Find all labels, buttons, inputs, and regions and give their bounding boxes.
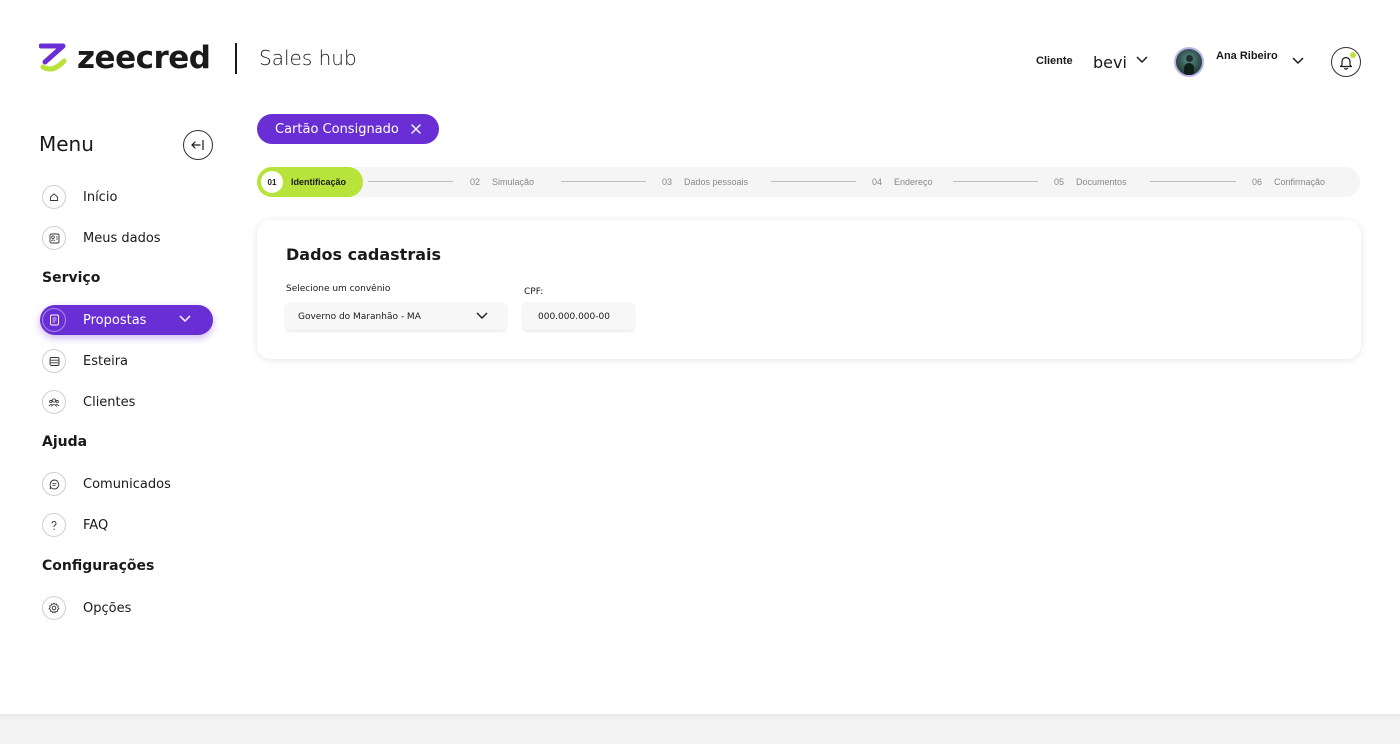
step-number: 05 — [1054, 177, 1065, 187]
collapse-sidebar-button[interactable] — [183, 130, 213, 160]
sidebar-item-label: Comunicados — [83, 476, 171, 492]
sidebar-item-label: FAQ — [83, 517, 109, 533]
step-documentos[interactable]: 05 Documentos — [1054, 167, 1127, 197]
logo-divider — [235, 43, 237, 74]
notification-dot — [1350, 52, 1356, 58]
step-connector — [953, 181, 1038, 182]
chevron-down-icon — [179, 315, 191, 323]
zeecred-logo-icon — [39, 43, 67, 72]
step-identificacao[interactable]: 01 Identificação — [257, 167, 363, 197]
step-connector — [771, 181, 856, 182]
client-label: Cliente — [1036, 55, 1073, 67]
notifications-button[interactable] — [1331, 47, 1361, 77]
convenio-label: Selecione um convênio — [286, 284, 391, 294]
step-label: Documentos — [1076, 177, 1127, 187]
sidebar-item-label: Opções — [83, 600, 132, 616]
sidebar-item-propostas[interactable]: Propostas — [40, 305, 213, 335]
card-title: Dados cadastrais — [286, 245, 442, 264]
step-label: Simulação — [492, 177, 535, 187]
step-label: Dados pessoais — [684, 177, 749, 187]
sidebar-item-inicio[interactable]: Início — [40, 182, 213, 212]
section-title-servico: Serviço — [42, 270, 101, 286]
menu-title: Menu — [39, 132, 94, 156]
sidebar-item-faq[interactable]: FAQ — [40, 510, 213, 540]
question-icon — [42, 513, 66, 537]
step-label: Endereço — [894, 177, 933, 187]
user-name[interactable]: Ana Ribeiro — [1216, 50, 1278, 62]
sidebar-item-label: Esteira — [83, 353, 129, 369]
chevron-down-icon[interactable] — [1136, 56, 1148, 64]
step-number: 03 — [662, 177, 673, 187]
progress-stepper: 01 Identificação 02 Simulação 03 Dados p… — [257, 167, 1360, 197]
gear-icon — [42, 596, 66, 620]
step-simulacao[interactable]: 02 Simulação — [470, 167, 534, 197]
step-label: Identificação — [291, 177, 347, 187]
clients-icon — [42, 390, 66, 414]
close-icon[interactable] — [411, 124, 421, 134]
brand-logo[interactable]: zeecred — [39, 40, 211, 76]
chevron-down-icon[interactable] — [1292, 57, 1304, 65]
client-name: bevi — [1093, 52, 1127, 72]
sidebar-item-label: Clientes — [83, 394, 136, 410]
cpf-input[interactable]: 000.000.000-00 — [523, 303, 634, 330]
sidebar-item-opcoes[interactable]: Opções — [40, 593, 213, 623]
chat-icon — [42, 472, 66, 496]
step-connector — [561, 181, 646, 182]
step-label: Confirmação — [1274, 177, 1326, 187]
step-connector — [368, 181, 453, 182]
step-number: 06 — [1252, 177, 1263, 187]
step-endereco[interactable]: 04 Endereço — [872, 167, 933, 197]
convenio-value: Governo do Maranhão - MA — [298, 311, 421, 322]
avatar[interactable] — [1174, 47, 1204, 77]
registration-card: Dados cadastrais Selecione um convênio G… — [257, 220, 1361, 359]
convenio-select[interactable]: Governo do Maranhão - MA — [286, 303, 506, 330]
product-filter-chip[interactable]: Cartão Consignado — [257, 114, 439, 144]
collapse-left-icon — [191, 140, 204, 150]
cpf-label: CPF: — [524, 287, 544, 297]
chevron-down-icon — [476, 312, 488, 319]
sidebar-item-label: Propostas — [83, 312, 147, 328]
sidebar-item-comunicados[interactable]: Comunicados — [40, 469, 213, 499]
sidebar-item-clientes[interactable]: Clientes — [40, 387, 213, 417]
step-dados-pessoais[interactable]: 03 Dados pessoais — [662, 167, 748, 197]
app-name: Sales hub — [259, 46, 357, 70]
sidebar-item-esteira[interactable]: Esteira — [40, 346, 213, 376]
user-data-icon — [42, 226, 66, 250]
section-title-ajuda: Ajuda — [42, 434, 88, 450]
section-title-configuracoes: Configurações — [42, 558, 155, 574]
step-number: 01 — [261, 171, 283, 193]
sidebar-item-label: Início — [83, 189, 118, 205]
sidebar-item-meus-dados[interactable]: Meus dados — [40, 223, 213, 253]
step-number: 04 — [872, 177, 883, 187]
pipeline-icon — [42, 349, 66, 373]
step-confirmacao[interactable]: 06 Confirmação — [1252, 167, 1325, 197]
product-chip-label: Cartão Consignado — [275, 121, 399, 137]
step-connector — [1150, 181, 1236, 182]
proposal-icon — [42, 308, 66, 332]
sidebar-item-label: Meus dados — [83, 230, 161, 246]
step-number: 02 — [470, 177, 481, 187]
brand-name: zeecred — [77, 40, 211, 76]
home-icon — [42, 185, 66, 209]
app-page: zeecred Sales hub Cliente bevi Ana Ribei… — [0, 0, 1400, 714]
